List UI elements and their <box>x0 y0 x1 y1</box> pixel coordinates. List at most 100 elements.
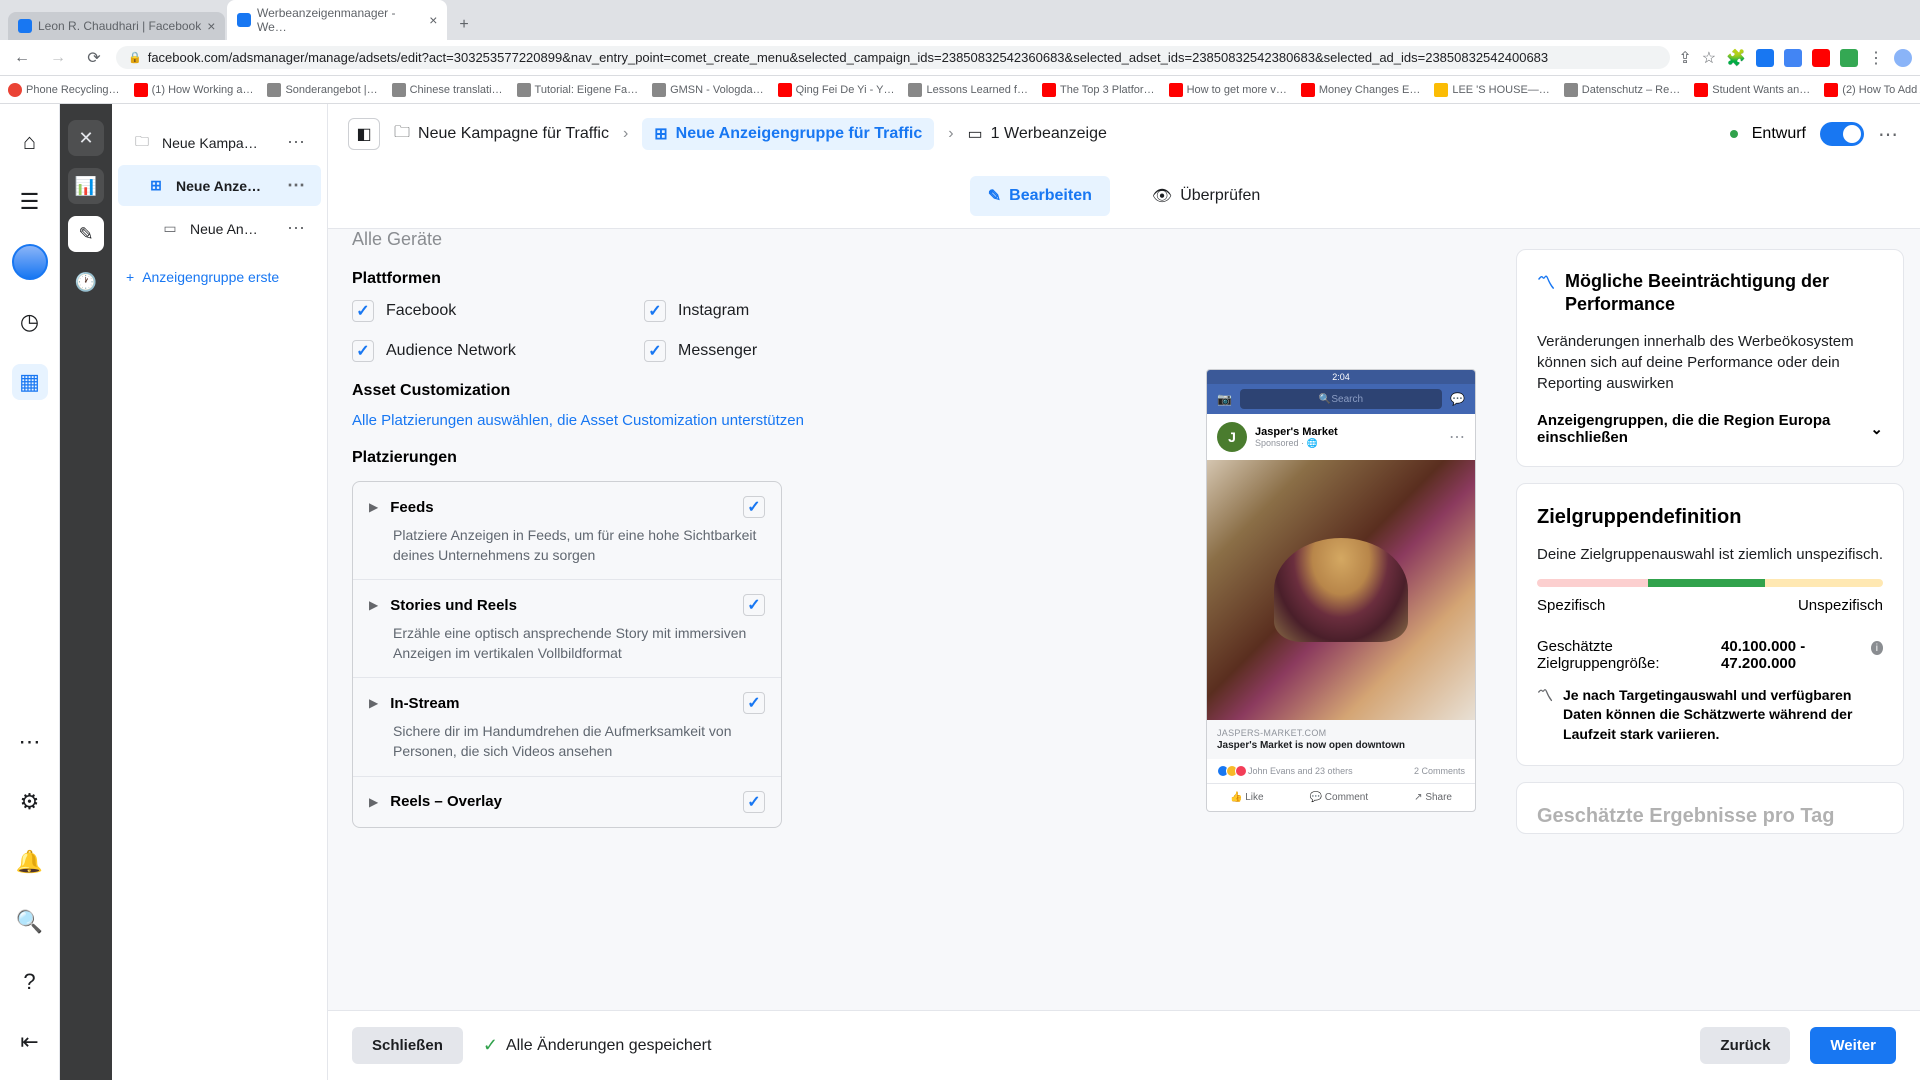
bookmark-item[interactable]: (1) How Working a… <box>134 83 254 97</box>
clock-icon[interactable]: 🕐 <box>68 264 104 300</box>
tab-review[interactable]: 👁 Überprüfen <box>1134 176 1278 216</box>
menu-icon[interactable]: ☰ <box>12 184 48 220</box>
sparkle-icon[interactable]: ⋯ <box>12 724 48 760</box>
breadcrumb-adset[interactable]: ⊞ Neue Anzeigengruppe für Traffic <box>642 118 934 150</box>
placement-checkbox[interactable]: ✓ <box>743 791 765 813</box>
extension-icon[interactable] <box>1812 49 1830 67</box>
card-heading: Mögliche Beeinträchtigung der Performanc… <box>1565 270 1883 317</box>
close-button[interactable]: Schließen <box>352 1027 463 1064</box>
add-adset-button[interactable]: + Anzeigengruppe erste <box>112 257 327 297</box>
chevron-right-icon: › <box>948 125 953 143</box>
pencil-icon[interactable]: ✎ <box>68 216 104 252</box>
placement-reels-overlay[interactable]: ▶Reels – Overlay✓ <box>353 777 781 827</box>
bookmark-item[interactable]: Student Wants an… <box>1694 83 1810 97</box>
account-avatar[interactable] <box>12 244 48 280</box>
bookmark-item[interactable]: Money Changes E… <box>1301 83 1421 97</box>
save-status: ✓ Alle Änderungen gespeichert <box>483 1035 712 1056</box>
checkbox-instagram[interactable]: ✓Instagram <box>644 300 912 322</box>
menu-icon[interactable]: ⋮ <box>1868 48 1884 68</box>
checkbox-facebook[interactable]: ✓Facebook <box>352 300 620 322</box>
close-icon[interactable]: ✕ <box>68 120 104 156</box>
like-button: 👍 Like <box>1230 792 1264 803</box>
bookmark-item[interactable]: Datenschutz – Re… <box>1564 83 1680 97</box>
placement-checkbox[interactable]: ✓ <box>743 692 765 714</box>
bookmark-item[interactable]: LEE 'S HOUSE—… <box>1434 83 1549 97</box>
placement-stories[interactable]: ▶Stories und Reels✓ Erzähle eine optisch… <box>353 580 781 678</box>
more-icon[interactable]: ⋯ <box>1878 122 1900 147</box>
bookmark-item[interactable]: (2) How To Add A… <box>1824 83 1920 97</box>
phone-searchbar: 📷 🔍 Search 💬 <box>1207 384 1475 414</box>
extension-icon[interactable] <box>1840 49 1858 67</box>
checkbox-messenger[interactable]: ✓Messenger <box>644 340 912 362</box>
forward-icon[interactable]: → <box>44 49 72 67</box>
breadcrumb-ad[interactable]: ▭ 1 Werbeanzeige <box>968 124 1107 144</box>
placement-title: Reels – Overlay <box>390 793 731 810</box>
tree-item-adset[interactable]: ⊞ Neue Anze… ⋯ <box>118 165 321 206</box>
tree-item-campaign[interactable]: 🗀 Neue Kampa… ⋯ <box>118 122 321 163</box>
placement-feeds[interactable]: ▶Feeds✓ Platziere Anzeigen in Feeds, um … <box>353 482 781 580</box>
search-placeholder: Search <box>1331 394 1363 405</box>
back-icon[interactable]: ← <box>8 49 36 67</box>
grid-icon[interactable]: ▦ <box>12 364 48 400</box>
bookmark-item[interactable]: GMSN - Vologda… <box>652 83 764 97</box>
search-icon[interactable]: 🔍 <box>12 904 48 940</box>
bookmarks-bar: Phone Recycling… (1) How Working a… Sond… <box>0 76 1920 104</box>
close-icon[interactable]: × <box>207 18 215 34</box>
gauge-icon[interactable]: ◷ <box>12 304 48 340</box>
chevron-down-icon: ⌄ <box>1870 420 1883 438</box>
more-icon[interactable]: ⋯ <box>287 132 307 153</box>
bookmark-item[interactable]: Phone Recycling… <box>8 83 120 97</box>
grid-icon: ⊞ <box>146 176 166 196</box>
puzzle-icon[interactable]: 🧩 <box>1726 48 1746 68</box>
placement-checkbox[interactable]: ✓ <box>743 496 765 518</box>
extension-icon[interactable] <box>1784 49 1802 67</box>
bookmark-item[interactable]: Sonderangebot |… <box>267 83 377 97</box>
close-icon[interactable]: × <box>429 12 437 28</box>
devices-heading: Alle Geräte <box>352 229 1166 250</box>
next-button[interactable]: Weiter <box>1810 1027 1896 1064</box>
reload-icon[interactable]: ⟳ <box>80 48 108 68</box>
home-icon[interactable]: ⌂ <box>12 124 48 160</box>
tab-title: Werbeanzeigenmanager - We… <box>257 6 423 34</box>
checkbox-audience-network[interactable]: ✓Audience Network <box>352 340 620 362</box>
more-icon[interactable]: ⋯ <box>287 218 307 239</box>
breadcrumb-campaign[interactable]: 🗀 Neue Kampagne für Traffic <box>394 121 609 148</box>
bookmark-item[interactable]: How to get more v… <box>1169 83 1287 97</box>
browser-tab-facebook[interactable]: Leon R. Chaudhari | Facebook × <box>8 12 225 40</box>
card-expand-row[interactable]: Anzeigengruppen, die die Region Europa e… <box>1537 412 1883 446</box>
preview-reactions: John Evans and 23 others 2 Comments <box>1207 759 1475 784</box>
new-tab-button[interactable]: + <box>449 10 478 40</box>
more-icon[interactable]: ⋯ <box>287 175 307 196</box>
chart-icon[interactable]: 📊 <box>68 168 104 204</box>
placement-title: Feeds <box>390 499 731 516</box>
bookmark-item[interactable]: Tutorial: Eigene Fa… <box>517 83 639 97</box>
bookmark-item[interactable]: Qing Fei De Yi - Y… <box>778 83 895 97</box>
bookmark-item[interactable]: The Top 3 Platfor… <box>1042 83 1155 97</box>
collapse-icon[interactable]: ⇤ <box>12 1024 48 1060</box>
info-icon[interactable]: i <box>1871 641 1883 655</box>
extension-icon[interactable] <box>1756 49 1774 67</box>
estimate-value: 40.100.000 - 47.200.000 <box>1721 638 1865 672</box>
bookmark-item[interactable]: Lessons Learned f… <box>908 83 1028 97</box>
gear-icon[interactable]: ⚙ <box>12 784 48 820</box>
activity-icon: 〽 <box>1537 686 1553 745</box>
address-bar[interactable]: 🔒 facebook.com/adsmanager/manage/adsets/… <box>116 46 1670 69</box>
bell-icon[interactable]: 🔔 <box>12 844 48 880</box>
star-icon[interactable]: ☆ <box>1702 48 1716 68</box>
checkbox-label: Instagram <box>678 302 749 320</box>
share-icon[interactable]: ⇪ <box>1678 48 1691 68</box>
tree-item-ad[interactable]: ▭ Neue An… ⋯ <box>118 208 321 249</box>
browser-tab-adsmanager[interactable]: Werbeanzeigenmanager - We… × <box>227 0 447 40</box>
placement-instream[interactable]: ▶In-Stream✓ Sichere dir im Handumdrehen … <box>353 678 781 776</box>
checkbox-label: Facebook <box>386 302 456 320</box>
publish-toggle[interactable] <box>1820 122 1864 146</box>
placement-checkbox[interactable]: ✓ <box>743 594 765 616</box>
tab-edit[interactable]: ✎ Bearbeiten <box>970 176 1110 216</box>
panel-toggle-icon[interactable]: ◧ <box>348 118 380 150</box>
profile-avatar[interactable] <box>1894 49 1912 67</box>
asset-link[interactable]: Alle Platzierungen auswählen, die Asset … <box>352 412 1166 429</box>
help-icon[interactable]: ? <box>12 964 48 1000</box>
bookmark-item[interactable]: Chinese translati… <box>392 83 503 97</box>
facebook-favicon <box>237 13 251 27</box>
back-button[interactable]: Zurück <box>1700 1027 1790 1064</box>
